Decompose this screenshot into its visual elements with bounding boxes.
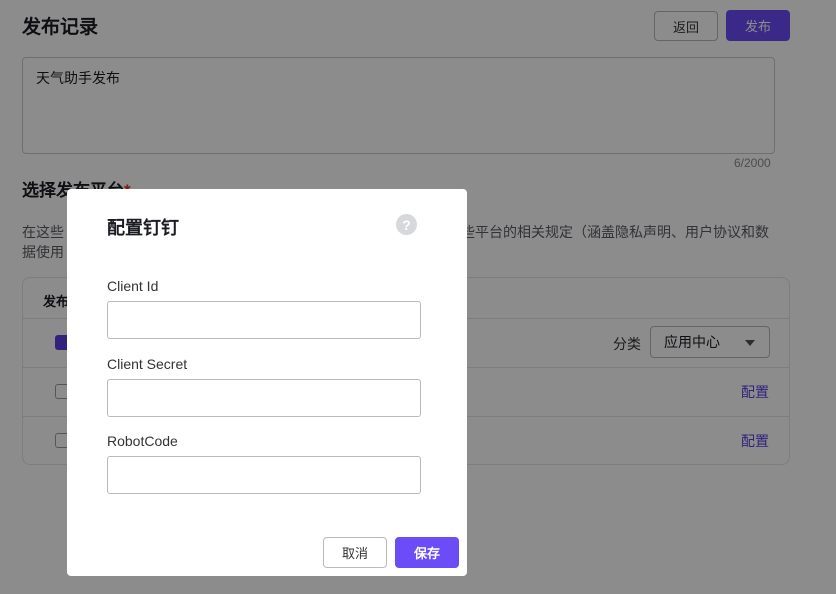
client-id-label: Client Id	[107, 278, 159, 294]
robot-code-label: RobotCode	[107, 433, 178, 449]
robot-code-input[interactable]	[107, 456, 421, 494]
cancel-button[interactable]: 取消	[323, 537, 387, 568]
client-secret-label: Client Secret	[107, 356, 188, 372]
save-button[interactable]: 保存	[395, 537, 459, 568]
client-secret-input[interactable]	[107, 379, 421, 417]
question-circle-icon[interactable]: ?	[396, 214, 417, 235]
dialog-title: 配置钉钉	[107, 218, 179, 238]
dingtalk-config-dialog: 配置钉钉 ? Client Id Client Secret RobotCode…	[67, 189, 467, 576]
client-id-input[interactable]	[107, 301, 421, 339]
